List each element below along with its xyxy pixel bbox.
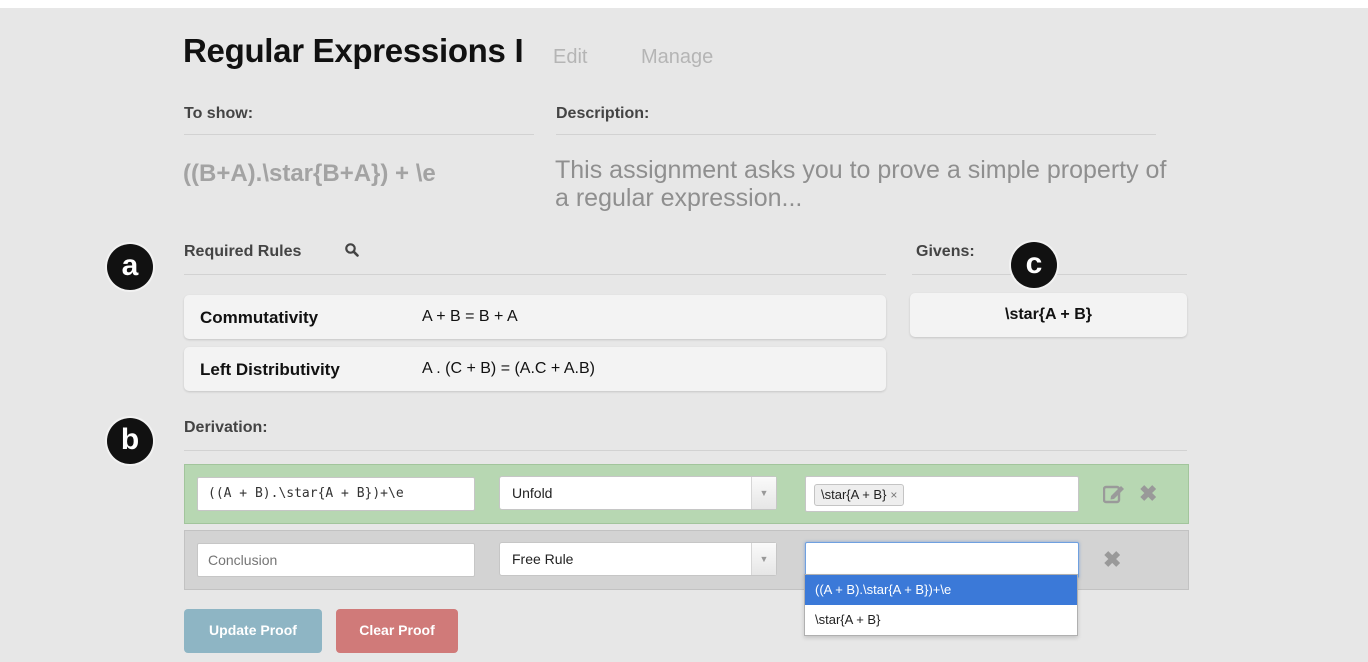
chevron-down-icon[interactable]: ▼: [751, 543, 776, 575]
manage-link[interactable]: Manage: [641, 46, 713, 69]
to-show-label: To show:: [184, 105, 254, 122]
chevron-down-icon[interactable]: ▼: [751, 477, 776, 509]
dropdown-option[interactable]: \star{A + B}: [805, 605, 1077, 635]
derivation-label: Derivation:: [184, 419, 268, 436]
conclusion-input[interactable]: [197, 543, 475, 577]
derivation-row-valid: ((A + B).\star{A + B})+\e Unfold ▼ \star…: [184, 464, 1189, 524]
premises-input[interactable]: [805, 542, 1079, 578]
rule-formula: A + B = B + A: [422, 308, 518, 325]
rule-card: Left Distributivity A . (C + B) = (A.C +…: [184, 347, 886, 391]
divider: [184, 450, 1187, 451]
description-label: Description:: [556, 105, 650, 122]
dropdown-option[interactable]: ((A + B).\star{A + B})+\e: [805, 575, 1077, 605]
rule-card: Commutativity A + B = B + A: [184, 295, 886, 339]
expression-input[interactable]: ((A + B).\star{A + B})+\e: [197, 477, 475, 511]
given-expression: \star{A + B}: [1005, 306, 1092, 323]
assignment-panel: Regular Expressions I Edit Manage To sho…: [0, 8, 1368, 662]
premises-input[interactable]: \star{A + B} ×: [805, 476, 1079, 512]
search-icon[interactable]: [344, 242, 360, 263]
premise-tag-label: \star{A + B}: [821, 487, 887, 502]
rule-name: Commutativity: [200, 308, 319, 327]
given-card: \star{A + B}: [910, 293, 1187, 337]
premise-dropdown: ((A + B).\star{A + B})+\e \star{A + B}: [804, 574, 1078, 636]
rule-name: Left Distributivity: [200, 360, 340, 379]
edit-icon[interactable]: [1102, 484, 1125, 509]
description-text: This assignment asks you to prove a simp…: [555, 156, 1167, 212]
rule-select-value: Unfold: [512, 485, 553, 501]
rule-select-value: Free Rule: [512, 551, 574, 567]
divider: [184, 134, 534, 135]
close-icon[interactable]: ✖: [1139, 483, 1157, 505]
divider: [184, 274, 886, 275]
annotation-badge-b: b: [107, 418, 153, 464]
page-title: Regular Expressions I: [183, 32, 524, 69]
givens-label: Givens:: [916, 243, 975, 260]
annotation-badge-c: c: [1011, 242, 1057, 288]
annotation-badge-a: a: [107, 244, 153, 290]
update-proof-button[interactable]: Update Proof: [184, 609, 322, 653]
required-rules-label: Required Rules: [184, 243, 302, 260]
rule-select[interactable]: Free Rule ▼: [499, 542, 777, 576]
rule-select[interactable]: Unfold ▼: [499, 476, 777, 510]
to-show-expression: ((B+A).\star{B+A}) + \e: [183, 160, 436, 187]
tag-remove-icon[interactable]: ×: [890, 488, 897, 502]
conclusion-field[interactable]: [198, 544, 474, 576]
divider: [556, 134, 1156, 135]
close-icon[interactable]: ✖: [1103, 549, 1121, 571]
clear-proof-button[interactable]: Clear Proof: [336, 609, 458, 653]
edit-link[interactable]: Edit: [553, 46, 587, 69]
rule-formula: A . (C + B) = (A.C + A.B): [422, 360, 595, 377]
premise-tag: \star{A + B} ×: [814, 484, 905, 506]
